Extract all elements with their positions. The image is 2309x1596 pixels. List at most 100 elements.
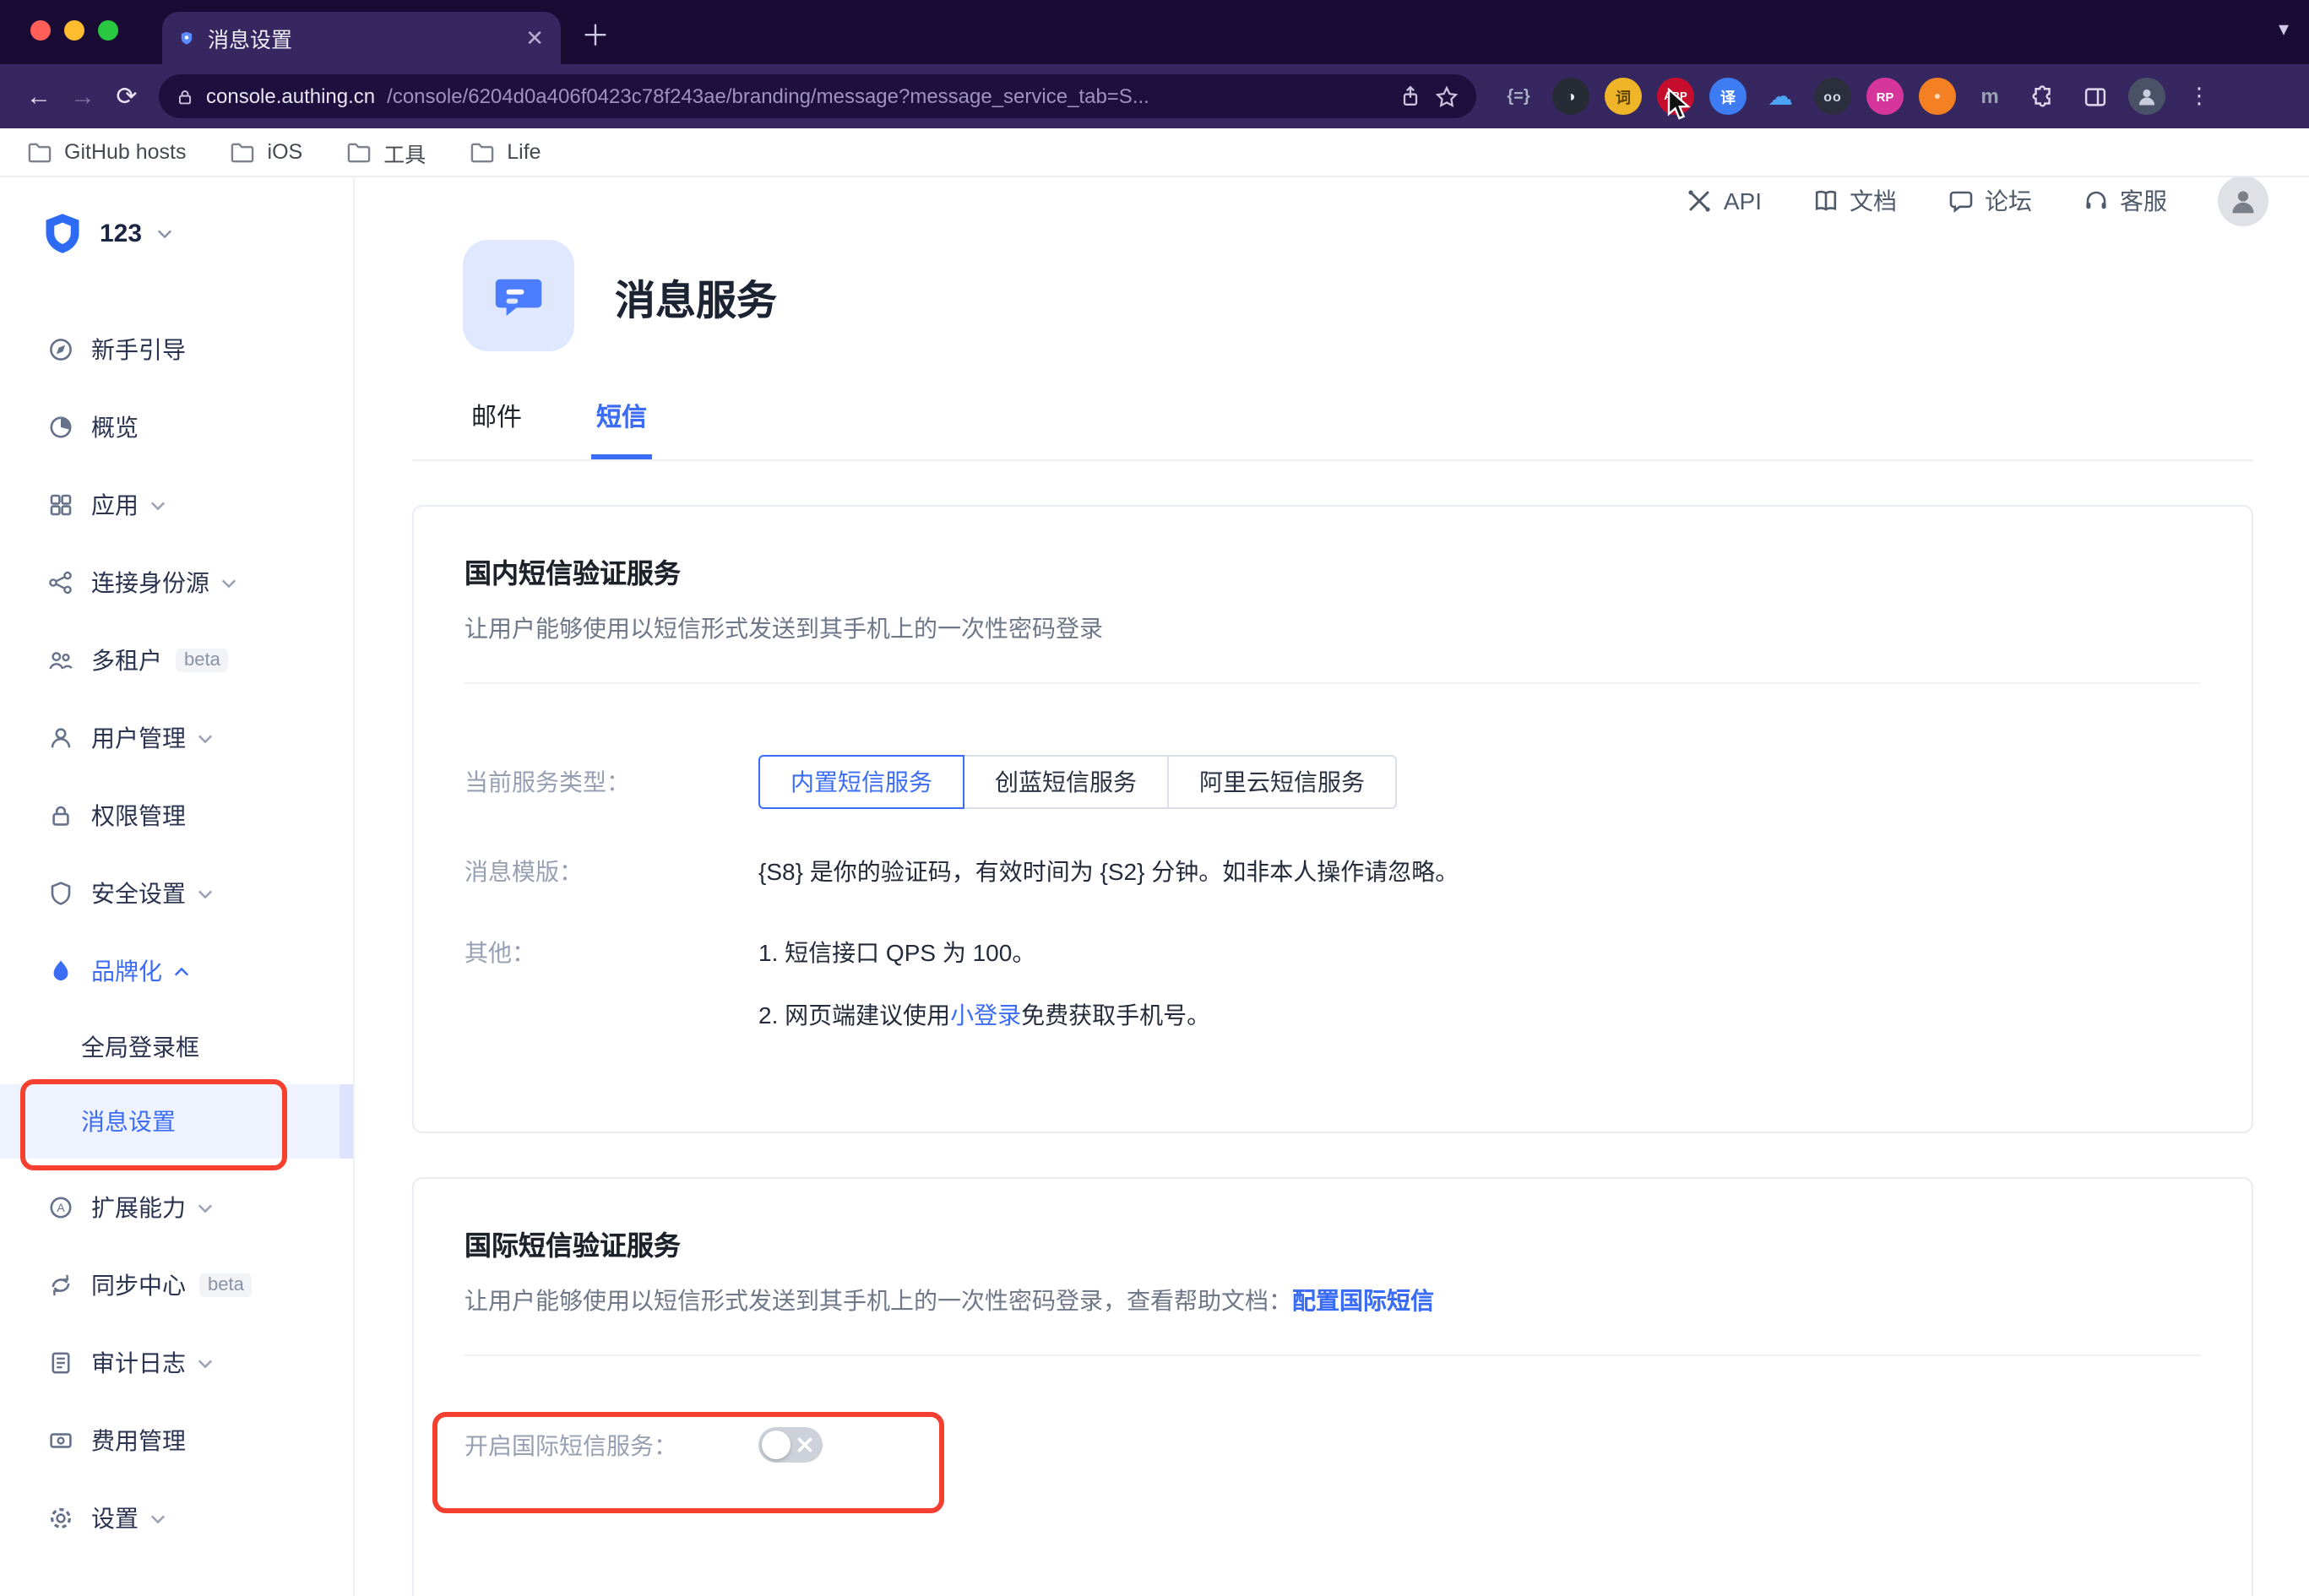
bookmark-ios[interactable]: iOS — [231, 140, 303, 164]
sidebar-item-security[interactable]: 安全设置 — [0, 855, 353, 932]
other-row: 其他： 1. 短信接口 QPS 为 100。 2. 网页端建议使用小登录免费获取… — [465, 934, 2201, 1034]
sidebar-item-label: 权限管理 — [91, 799, 186, 833]
ext-icon-dark[interactable]: ◑ — [1552, 78, 1589, 115]
sidebar-item-branding[interactable]: 品牌化 — [0, 932, 353, 1010]
browser-window: 消息设置 ✕ ＋ ▾ ← → ⟳ console.authing.cn/cons… — [0, 0, 2309, 1596]
new-tab-button[interactable]: ＋ — [581, 12, 610, 54]
api-link[interactable]: API — [1687, 187, 1762, 214]
sidebar-item-label: 多租户 — [91, 643, 162, 677]
browser-menu-icon[interactable]: ⋮ — [2181, 78, 2218, 115]
service-option-aliyun[interactable]: 阿里云短信服务 — [1167, 755, 1397, 809]
reload-button[interactable]: ⟳ — [105, 81, 149, 111]
side-panel-icon[interactable] — [2076, 78, 2113, 115]
message-template-row: 消息模版： {S8} 是你的验证码，有效时间为 {S2} 分钟。如非本人操作请忽… — [465, 853, 2201, 890]
sidebar-item-settings[interactable]: 设置 — [0, 1479, 353, 1557]
sidebar-item-overview[interactable]: 概览 — [0, 388, 353, 466]
chevron-up-icon — [174, 964, 189, 979]
sidebar-item-sync-center[interactable]: 同步中心 beta — [0, 1246, 353, 1324]
minimize-window-button[interactable] — [64, 20, 84, 41]
chevron-down-icon — [150, 497, 166, 513]
sidebar-item-label: 用户管理 — [91, 721, 186, 755]
ext-icon-translate[interactable]: 译 — [1709, 78, 1747, 115]
forward-button[interactable]: → — [61, 82, 105, 111]
bookmark-label: 工具 — [383, 136, 426, 168]
sidebar-item-permission[interactable]: 权限管理 — [0, 777, 353, 855]
back-button[interactable]: ← — [17, 82, 61, 111]
bookmark-life[interactable]: Life — [470, 140, 541, 164]
tab-mail[interactable]: 邮件 — [466, 399, 527, 459]
folder-icon — [346, 141, 372, 163]
sidebar-item-audit-log[interactable]: 审计日志 — [0, 1324, 353, 1402]
page-content: 消息服务 邮件 短信 国内短信验证服务 让用户能够使用以短信形式发送到其手机上的… — [355, 226, 2309, 1596]
chevron-down-icon — [221, 575, 236, 590]
docs-link[interactable]: 文档 — [1812, 184, 1897, 218]
chevron-down-icon — [198, 1200, 213, 1215]
service-option-chuanglan[interactable]: 创蓝短信服务 — [963, 755, 1169, 809]
api-icon — [1687, 187, 1714, 214]
bookmark-star-icon[interactable] — [1434, 84, 1459, 109]
sidebar-item-guide[interactable]: 新手引导 — [0, 311, 353, 388]
sidebar-item-billing[interactable]: 费用管理 — [0, 1402, 353, 1479]
sidebar-item-label: 费用管理 — [91, 1424, 186, 1458]
bookmark-label: GitHub hosts — [64, 140, 187, 164]
international-card-title: 国际短信验证服务 — [465, 1223, 2201, 1263]
browser-titlebar: 消息设置 ✕ ＋ ▾ — [0, 0, 2309, 64]
address-bar[interactable]: console.authing.cn/console/6204d0a406f04… — [159, 74, 1476, 118]
chat-icon — [1948, 187, 1975, 214]
close-window-button[interactable] — [30, 20, 51, 41]
gear-icon — [47, 1505, 74, 1532]
tab-sms[interactable]: 短信 — [591, 399, 652, 459]
mouse-cursor — [1665, 88, 1694, 122]
share-nodes-icon — [47, 569, 74, 596]
ext-icon-goggles[interactable]: oo — [1814, 78, 1851, 115]
mini-login-link[interactable]: 小登录 — [950, 1002, 1021, 1029]
bookmark-label: Life — [507, 140, 541, 164]
browser-tab[interactable]: 消息设置 ✕ — [162, 12, 561, 64]
lock-icon — [47, 802, 74, 829]
share-icon[interactable] — [1399, 84, 1422, 108]
sidebar-item-label: 连接身份源 — [91, 566, 209, 600]
ext-icon-orange[interactable]: ● — [1919, 78, 1956, 115]
service-option-builtin[interactable]: 内置短信服务 — [758, 755, 964, 809]
sidebar-item-user-management[interactable]: 用户管理 — [0, 699, 353, 777]
ext-icon-braces[interactable]: {=} — [1500, 78, 1537, 115]
sync-icon — [47, 1272, 74, 1299]
folder-icon — [470, 141, 495, 163]
sidebar-item-apps[interactable]: 应用 — [0, 466, 353, 544]
other-line-2: 2. 网页端建议使用小登录免费获取手机号。 — [758, 996, 1210, 1034]
ext-icon-dict[interactable]: 词 — [1605, 78, 1642, 115]
support-link[interactable]: 客服 — [2083, 184, 2167, 218]
user-avatar[interactable] — [2218, 176, 2268, 226]
zoom-window-button[interactable] — [98, 20, 118, 41]
tab-close-icon[interactable]: ✕ — [525, 27, 544, 49]
extension-icons: {=} ◑ 词 ABP 译 ☁ oo RP ● m ⋮ — [1500, 78, 2218, 115]
tab-search-chevron-icon[interactable]: ▾ — [2279, 17, 2289, 41]
avatar-person-icon — [2228, 186, 2258, 216]
sidebar-item-extensions[interactable]: A 扩展能力 — [0, 1169, 353, 1246]
org-switcher[interactable]: 123 — [0, 199, 353, 267]
ext-icon-cloud[interactable]: ☁ — [1762, 78, 1799, 115]
forum-link[interactable]: 论坛 — [1948, 184, 2032, 218]
sidebar-item-label: 概览 — [91, 410, 139, 444]
bookmark-label: iOS — [268, 140, 303, 164]
sidebar-item-identity-sources[interactable]: 连接身份源 — [0, 544, 353, 622]
extensions-puzzle-icon[interactable] — [2024, 78, 2061, 115]
sidebar-item-global-login[interactable]: 全局登录框 — [0, 1010, 353, 1084]
sidebar-item-label: 扩展能力 — [91, 1191, 186, 1224]
annotation-rect-message-settings — [20, 1079, 287, 1170]
circle-a-icon: A — [47, 1194, 74, 1221]
configure-international-sms-link[interactable]: 配置国际短信 — [1292, 1287, 1434, 1314]
users-icon — [47, 647, 74, 674]
pie-chart-icon — [47, 414, 74, 441]
browser-toolbar: ← → ⟳ console.authing.cn/console/6204d0a… — [0, 64, 2309, 128]
sidebar-item-multi-tenant[interactable]: 多租户 beta — [0, 622, 353, 699]
annotation-rect-toggle — [432, 1412, 944, 1513]
profile-avatar[interactable] — [2128, 78, 2165, 115]
user-icon — [47, 725, 74, 752]
ext-icon-monkey[interactable]: m — [1971, 78, 2008, 115]
ext-icon-rp[interactable]: RP — [1866, 78, 1904, 115]
svg-text:A: A — [57, 1201, 65, 1214]
chevron-down-icon — [157, 225, 172, 241]
bookmark-tools[interactable]: 工具 — [346, 136, 426, 168]
bookmark-github-hosts[interactable]: GitHub hosts — [27, 140, 187, 164]
